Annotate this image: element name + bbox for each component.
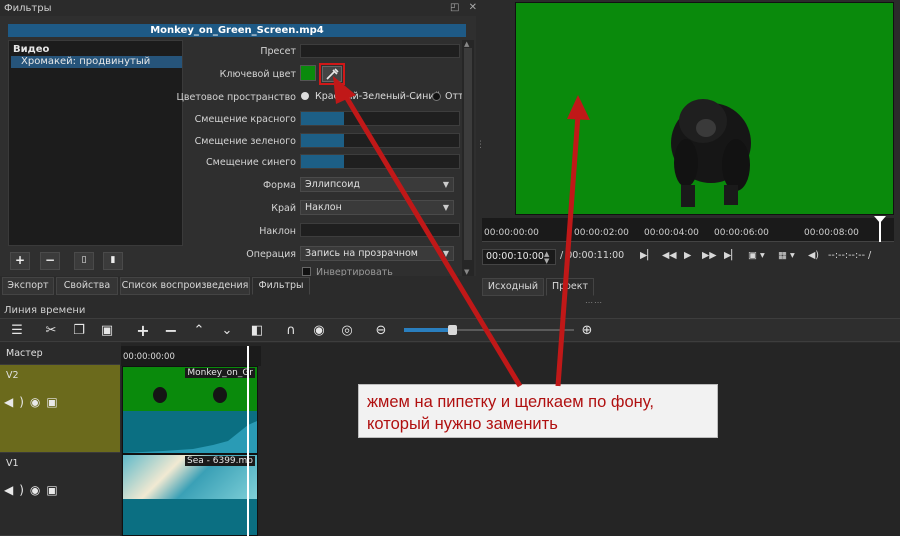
arrow-head-background	[567, 95, 590, 120]
arrow-to-eyedropper	[342, 93, 523, 388]
arrow-to-background	[555, 114, 581, 387]
annotation-arrows	[333, 76, 590, 388]
arrow-head-eyedropper	[333, 76, 356, 104]
